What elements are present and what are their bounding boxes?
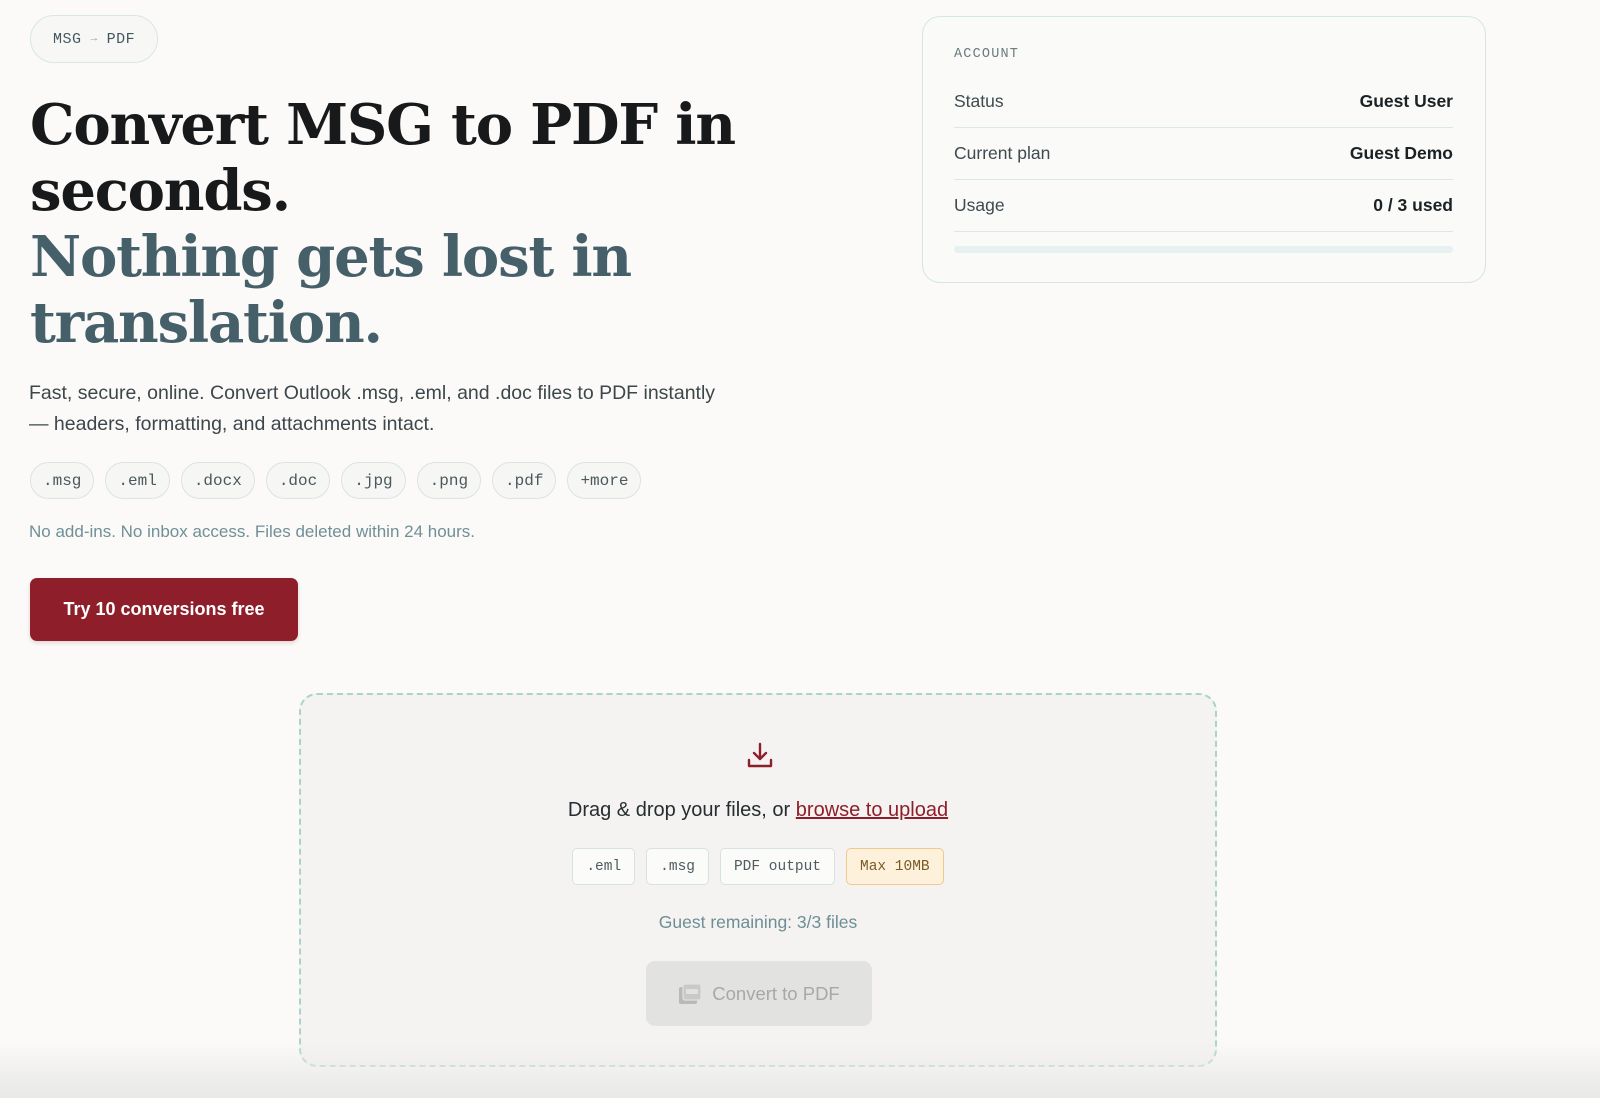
format-badge: MSG → PDF [30, 15, 159, 63]
dropzone-tag: PDF output [719, 848, 835, 885]
hero-headline: Convert MSG to PDF in seconds. Nothing g… [30, 92, 770, 356]
dropzone-prompt-text: Drag & drop your files, or [567, 799, 791, 821]
file-dropzone[interactable]: Drag & drop your files, or browse to upl… [299, 693, 1217, 1067]
try-free-button[interactable]: Try 10 conversions free [30, 578, 298, 641]
account-row-usage: Usage 0 / 3 used [954, 180, 1453, 232]
account-row-label: Usage [954, 195, 1005, 215]
download-tray-icon [747, 742, 773, 768]
account-row-plan: Current plan Guest Demo [954, 128, 1453, 180]
account-row-value: 0 / 3 used [1373, 195, 1453, 215]
extension-chip-more[interactable]: +more [567, 462, 642, 499]
extension-chip: .doc [265, 462, 331, 499]
account-row-label: Current plan [954, 143, 1051, 163]
account-card: ACCOUNT Status Guest User Current plan G… [922, 16, 1486, 283]
convert-button-label: Convert to PDF [712, 982, 840, 1004]
extension-chip: .eml [105, 462, 170, 499]
usage-progress-bar [954, 246, 1453, 253]
hero-subtitle: Fast, secure, online. Convert Outlook .m… [29, 382, 716, 435]
guest-remaining-text: Guest remaining: 3/3 files [658, 912, 858, 932]
arrow-right-icon: → [90, 33, 98, 45]
account-card-title: ACCOUNT [954, 47, 1020, 62]
extension-chip: .docx [180, 462, 255, 499]
dropzone-tag: .msg [646, 848, 709, 885]
extension-chip: .jpg [341, 462, 406, 499]
max-size-tag: Max 10MB [846, 848, 944, 885]
headline-accent: Nothing gets lost in translation. [30, 224, 632, 356]
dropzone-tags: .eml .msg PDF output Max 10MB [301, 848, 1215, 885]
extension-chip: .png [416, 462, 482, 499]
pdf-file-icon [679, 982, 702, 1004]
extension-chip: .pdf [492, 462, 557, 499]
badge-to: PDF [106, 30, 136, 48]
dropzone-tag: .eml [572, 848, 636, 885]
extension-chip: .msg [30, 462, 95, 499]
account-row-label: Status [954, 91, 1004, 111]
convert-to-pdf-button[interactable]: Convert to PDF [646, 961, 872, 1026]
browse-upload-link[interactable]: browse to upload [796, 799, 948, 821]
privacy-note: No add-ins. No inbox access. Files delet… [29, 522, 476, 541]
dropzone-prompt: Drag & drop your files, or browse to upl… [301, 799, 1215, 822]
badge-from: MSG [53, 30, 82, 48]
account-row-value: Guest User [1359, 91, 1453, 111]
supported-extensions: .msg .eml .docx .doc .jpg .png .pdf +mor… [30, 462, 642, 499]
headline-primary: Convert MSG to PDF in seconds. [30, 92, 736, 224]
account-row-status: Status Guest User [954, 76, 1453, 128]
account-row-value: Guest Demo [1349, 143, 1453, 163]
